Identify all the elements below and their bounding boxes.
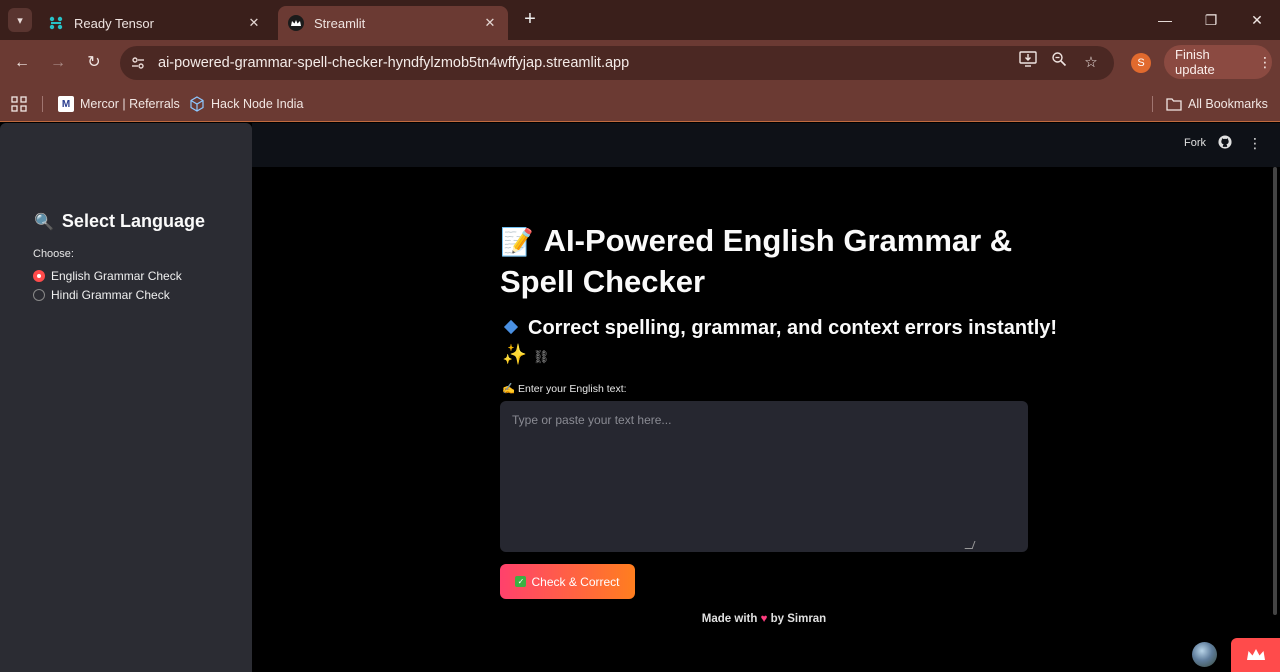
all-bookmarks-button[interactable]: All Bookmarks bbox=[1166, 94, 1268, 114]
site-settings-icon[interactable] bbox=[126, 51, 150, 75]
sidebar-title: 🔍 Select Language bbox=[34, 211, 205, 232]
input-label: ✍️ Enter your English text: bbox=[502, 382, 627, 395]
radio-group-label: Choose: bbox=[33, 248, 74, 260]
install-app-icon[interactable] bbox=[1016, 51, 1040, 75]
streamlit-crown-badge-icon[interactable] bbox=[1231, 638, 1280, 672]
fork-button[interactable]: Fork bbox=[1184, 137, 1206, 149]
browser-tab-bar: ▾ Ready Tensor ✕ Streamlit ✕ + — ❐ ✕ bbox=[0, 0, 1280, 40]
writing-hand-icon: ✍️ bbox=[502, 383, 516, 395]
main-scrollbar[interactable] bbox=[1273, 167, 1277, 615]
bookmarks-bar: M Mercor | Referrals Hack Node India All… bbox=[0, 86, 1280, 122]
english-text-input[interactable] bbox=[500, 401, 1028, 552]
forward-arrow-icon[interactable]: → bbox=[46, 51, 70, 75]
apps-grid-icon[interactable] bbox=[11, 94, 27, 114]
button-label: Check & Correct bbox=[531, 574, 620, 589]
footer-suffix: by Simran bbox=[770, 613, 827, 625]
back-arrow-icon[interactable]: ← bbox=[10, 51, 34, 75]
mercor-icon: M bbox=[58, 96, 74, 112]
page-subtitle: Correct spelling, grammar, and context e… bbox=[502, 315, 1062, 370]
user-avatar[interactable] bbox=[1192, 642, 1217, 667]
reload-icon[interactable]: ↻ bbox=[82, 51, 106, 75]
finish-update-button[interactable]: Finish update ⋮ bbox=[1164, 45, 1272, 79]
bookmark-star-icon[interactable]: ☆ bbox=[1079, 51, 1103, 75]
radio-english-grammar-check[interactable]: English Grammar Check bbox=[33, 268, 182, 284]
footer: Made with ♥ by Simran bbox=[500, 613, 1028, 625]
url-text: ai-powered-grammar-spell-checker-hyndfyl… bbox=[158, 55, 630, 71]
address-bar[interactable]: ai-powered-grammar-spell-checker-hyndfyl… bbox=[120, 46, 1114, 80]
window-close-icon[interactable]: ✕ bbox=[1234, 6, 1280, 34]
bookmark-divider bbox=[42, 96, 43, 112]
profile-avatar[interactable]: S bbox=[1131, 53, 1151, 73]
finish-update-label: Finish update bbox=[1175, 47, 1215, 77]
subtitle-text: Correct spelling, grammar, and context e… bbox=[528, 317, 1058, 339]
restore-icon[interactable]: ❐ bbox=[1188, 6, 1234, 34]
check-mark-icon: ✓ bbox=[515, 576, 527, 587]
heart-icon: ♥ bbox=[760, 613, 768, 625]
tab-title: Ready Tensor bbox=[74, 15, 154, 31]
bookmark-mercor[interactable]: M Mercor | Referrals bbox=[58, 94, 180, 114]
main-menu-icon[interactable]: ⋮ bbox=[1248, 135, 1262, 152]
footer-prefix: Made with bbox=[701, 613, 758, 625]
input-label-text: Enter your English text: bbox=[518, 383, 627, 395]
close-icon[interactable]: ✕ bbox=[482, 15, 498, 31]
cube-icon bbox=[189, 96, 205, 112]
sidebar-title-text: Select Language bbox=[61, 211, 205, 231]
check-correct-button[interactable]: ✓ Check & Correct bbox=[500, 564, 635, 599]
radio-hindi-grammar-check[interactable]: Hindi Grammar Check bbox=[33, 287, 170, 303]
bookmark-label: Hack Node India bbox=[211, 97, 304, 111]
all-bookmarks-label: All Bookmarks bbox=[1188, 97, 1268, 111]
browser-toolbar: ← → ↻ ai-powered-grammar-spell-checker-h… bbox=[0, 40, 1280, 86]
bookmark-label: Mercor | Referrals bbox=[80, 97, 180, 111]
minimize-icon[interactable]: — bbox=[1142, 6, 1188, 34]
tab-search-chevron-icon[interactable]: ▾ bbox=[8, 8, 32, 32]
blue-diamond-icon bbox=[503, 319, 519, 335]
magnifier-icon: 🔍 bbox=[34, 213, 54, 231]
new-tab-plus-icon[interactable]: + bbox=[518, 8, 542, 32]
bookmark-divider bbox=[1152, 96, 1153, 112]
streamlit-crown-icon bbox=[288, 15, 304, 31]
page-title-text: AI-Powered English Grammar & Spell Check… bbox=[500, 223, 1013, 299]
github-icon[interactable] bbox=[1218, 135, 1232, 152]
memo-icon: 📝 bbox=[500, 227, 534, 257]
sparkles-icon: ✨ bbox=[502, 344, 527, 366]
folder-icon bbox=[1166, 96, 1182, 112]
ready-tensor-icon bbox=[48, 15, 64, 31]
radio-label: Hindi Grammar Check bbox=[51, 288, 170, 302]
tab-streamlit[interactable]: Streamlit ✕ bbox=[278, 6, 508, 40]
sidebar: 🔍 Select Language Choose: English Gramma… bbox=[0, 123, 252, 672]
bookmark-hack-node-india[interactable]: Hack Node India bbox=[189, 94, 303, 114]
anchor-link-icon[interactable]: ⛓ bbox=[533, 349, 550, 364]
streamlit-app: 🔍 Select Language Choose: English Gramma… bbox=[0, 123, 1280, 672]
page-title: 📝 AI-Powered English Grammar & Spell Chec… bbox=[500, 221, 1060, 301]
tab-ready-tensor[interactable]: Ready Tensor ✕ bbox=[38, 6, 272, 40]
app-header: Fork ⋮ bbox=[252, 123, 1280, 167]
radio-label: English Grammar Check bbox=[51, 269, 182, 283]
radio-selected-icon[interactable] bbox=[33, 270, 45, 282]
kebab-menu-icon[interactable]: ⋮ bbox=[1258, 54, 1272, 71]
radio-unselected-icon[interactable] bbox=[33, 289, 45, 301]
tab-title: Streamlit bbox=[314, 15, 366, 31]
close-icon[interactable]: ✕ bbox=[246, 15, 262, 31]
zoom-icon[interactable] bbox=[1047, 51, 1071, 75]
